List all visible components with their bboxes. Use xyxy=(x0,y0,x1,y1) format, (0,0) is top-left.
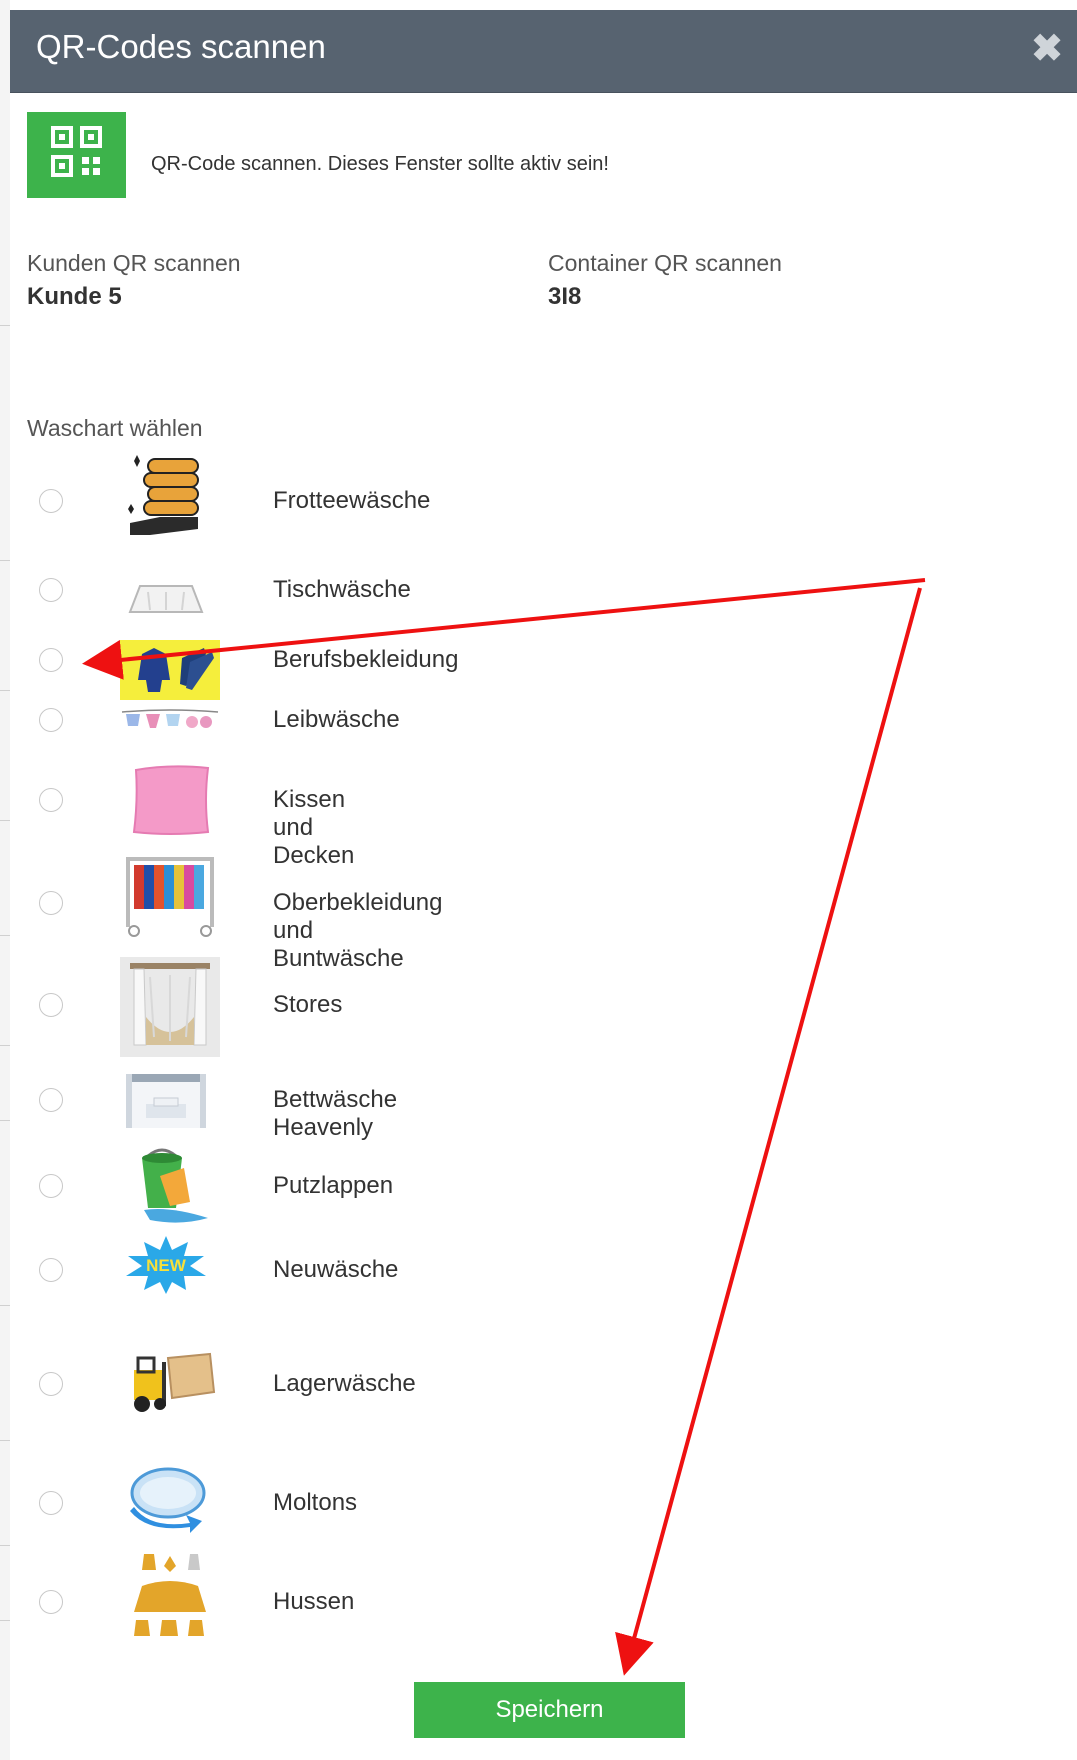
wash-option-label[interactable]: Hussen xyxy=(273,1588,354,1616)
wash-option-label[interactable]: Berufsbekleidung xyxy=(273,646,458,674)
bed-icon xyxy=(120,1072,212,1135)
wash-option-label[interactable]: Moltons xyxy=(273,1489,357,1517)
molton-pad-icon xyxy=(120,1463,220,1540)
container-qr-label: Container QR scannen xyxy=(548,250,782,276)
wash-option-label[interactable]: Kissen und Decken xyxy=(273,786,354,870)
chair-cover-icon xyxy=(120,1552,220,1649)
new-badge-icon: NEW xyxy=(120,1234,212,1301)
underwear-line-icon xyxy=(120,706,220,739)
wash-option-radio[interactable] xyxy=(39,993,63,1017)
wash-option-radio[interactable] xyxy=(39,1372,63,1396)
wash-option-radio[interactable] xyxy=(39,648,63,672)
save-button[interactable]: Speichern xyxy=(414,1682,685,1738)
dialog-title: QR-Codes scannen xyxy=(36,28,326,65)
new-badge-text: NEW xyxy=(146,1256,187,1275)
scan-hint-text: QR-Code scannen. Dieses Fenster sollte a… xyxy=(151,153,609,175)
wash-option-radio[interactable] xyxy=(39,708,63,732)
clothes-rack-icon xyxy=(120,853,220,942)
pillow-icon xyxy=(120,764,220,841)
close-icon[interactable]: ✖ xyxy=(1031,26,1063,71)
tablecloth-icon xyxy=(120,580,212,621)
background-page-edge xyxy=(0,0,10,1760)
bucket-icon xyxy=(120,1146,220,1233)
wash-option-label[interactable]: Oberbekleidung und Buntwäsche xyxy=(273,889,442,973)
curtain-icon xyxy=(120,957,220,1062)
wash-option-label[interactable]: Neuwäsche xyxy=(273,1256,398,1284)
wash-option-label[interactable]: Lagerwäsche xyxy=(273,1370,416,1398)
wash-option-radio[interactable] xyxy=(39,578,63,602)
wash-option-label[interactable]: Leibwäsche xyxy=(273,706,400,734)
wash-option-label[interactable]: Bettwäsche Heavenly xyxy=(273,1086,397,1142)
dialog-titlebar: QR-Codes scannen ✖ xyxy=(10,10,1077,93)
wash-option-radio[interactable] xyxy=(39,489,63,513)
container-qr-value: 3I8 xyxy=(548,283,582,310)
qr-code-icon xyxy=(27,112,126,198)
wash-option-radio[interactable] xyxy=(39,788,63,812)
forklift-icon xyxy=(120,1348,220,1421)
wash-option-radio[interactable] xyxy=(39,891,63,915)
wash-option-radio[interactable] xyxy=(39,1491,63,1515)
wash-option-label[interactable]: Putzlappen xyxy=(273,1172,393,1200)
wash-type-heading: Waschart wählen xyxy=(27,415,203,441)
wash-option-radio[interactable] xyxy=(39,1258,63,1282)
towel-stack-icon xyxy=(120,451,212,548)
wash-option-label[interactable]: Tischwäsche xyxy=(273,576,411,604)
customer-qr-value: Kunde 5 xyxy=(27,283,122,310)
wash-option-label[interactable]: Frotteewäsche xyxy=(273,487,430,515)
wash-option-radio[interactable] xyxy=(39,1174,63,1198)
workwear-icon xyxy=(120,640,220,705)
wash-option-label[interactable]: Stores xyxy=(273,991,342,1019)
customer-qr-label: Kunden QR scannen xyxy=(27,250,241,276)
wash-option-radio[interactable] xyxy=(39,1088,63,1112)
wash-option-radio[interactable] xyxy=(39,1590,63,1614)
qr-scan-dialog: QR-Codes scannen ✖ QR-Code scannen. Dies… xyxy=(10,10,1077,1760)
